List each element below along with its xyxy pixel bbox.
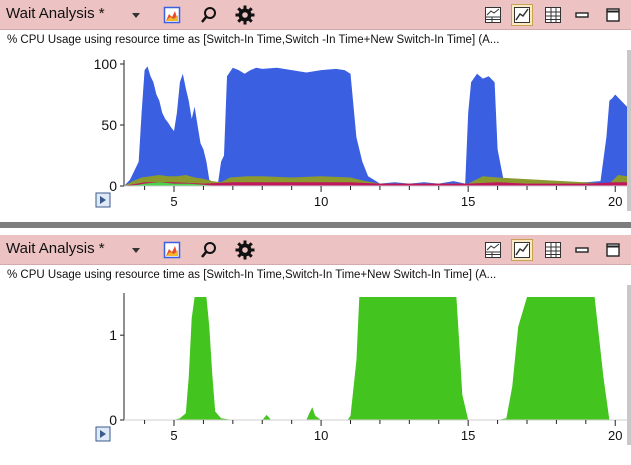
graph-and-table-icon[interactable] <box>483 5 503 25</box>
right-edge-scrollbar[interactable] <box>627 285 631 445</box>
x-tick-label: 10 <box>314 194 328 209</box>
graph-only-icon[interactable] <box>511 239 533 261</box>
table-only-icon[interactable] <box>543 240 563 260</box>
panel-title: Wait Analysis * <box>6 5 105 22</box>
wait-analysis-panel-bottom: Wait Analysis * % CPU Usage using resour… <box>0 235 631 465</box>
maximize-icon[interactable] <box>603 5 623 25</box>
y-tick-label: 100 <box>94 56 118 72</box>
right-edge-scrollbar[interactable] <box>627 50 631 211</box>
search-icon[interactable] <box>199 240 219 260</box>
cpu-usage-area-chart[interactable]: 015 10 15 20 <box>0 285 631 460</box>
x-tick-label: 15 <box>461 428 475 443</box>
chevron-down-icon[interactable] <box>126 5 146 25</box>
panel-title: Wait Analysis * <box>6 240 105 257</box>
x-axis-band <box>124 186 627 204</box>
chart-subtitle: % CPU Usage using resource time as [Swit… <box>7 34 500 46</box>
panel-splitter[interactable] <box>0 222 631 228</box>
graph-only-icon[interactable] <box>511 4 533 26</box>
y-tick-label: 50 <box>101 117 117 133</box>
panel-toolbar: Wait Analysis * <box>0 0 631 30</box>
x-axis-band <box>124 420 627 438</box>
y-tick-label: 0 <box>109 412 117 428</box>
graph-and-table-icon[interactable] <box>483 240 503 260</box>
search-icon[interactable] <box>199 5 219 25</box>
minimize-icon[interactable] <box>572 240 592 260</box>
wait-analysis-panel-top: Wait Analysis * % CPU Usage using resour… <box>0 0 631 222</box>
x-tick-label: 5 <box>170 428 177 443</box>
y-tick-label: 0 <box>109 178 117 194</box>
x-tick-label: 20 <box>608 194 622 209</box>
area-series-0[interactable] <box>124 297 627 420</box>
cpu-usage-area-chart[interactable]: 0 50 100 5 10 15 20 <box>0 50 631 220</box>
table-only-icon[interactable] <box>543 5 563 25</box>
chart-type-icon[interactable] <box>162 240 182 260</box>
chart-subtitle: % CPU Usage using resource time as [Swit… <box>7 269 497 281</box>
chevron-down-icon[interactable] <box>126 240 146 260</box>
minimize-icon[interactable] <box>572 5 592 25</box>
x-tick-label: 10 <box>314 428 328 443</box>
chart-type-icon[interactable] <box>162 5 182 25</box>
gear-icon[interactable] <box>235 240 255 260</box>
x-tick-label: 15 <box>461 194 475 209</box>
x-tick-label: 20 <box>608 428 622 443</box>
x-tick-label: 5 <box>170 194 177 209</box>
panel-toolbar: Wait Analysis * <box>0 235 631 265</box>
maximize-icon[interactable] <box>603 240 623 260</box>
gear-icon[interactable] <box>235 5 255 25</box>
y-tick-label: 1 <box>109 327 117 343</box>
